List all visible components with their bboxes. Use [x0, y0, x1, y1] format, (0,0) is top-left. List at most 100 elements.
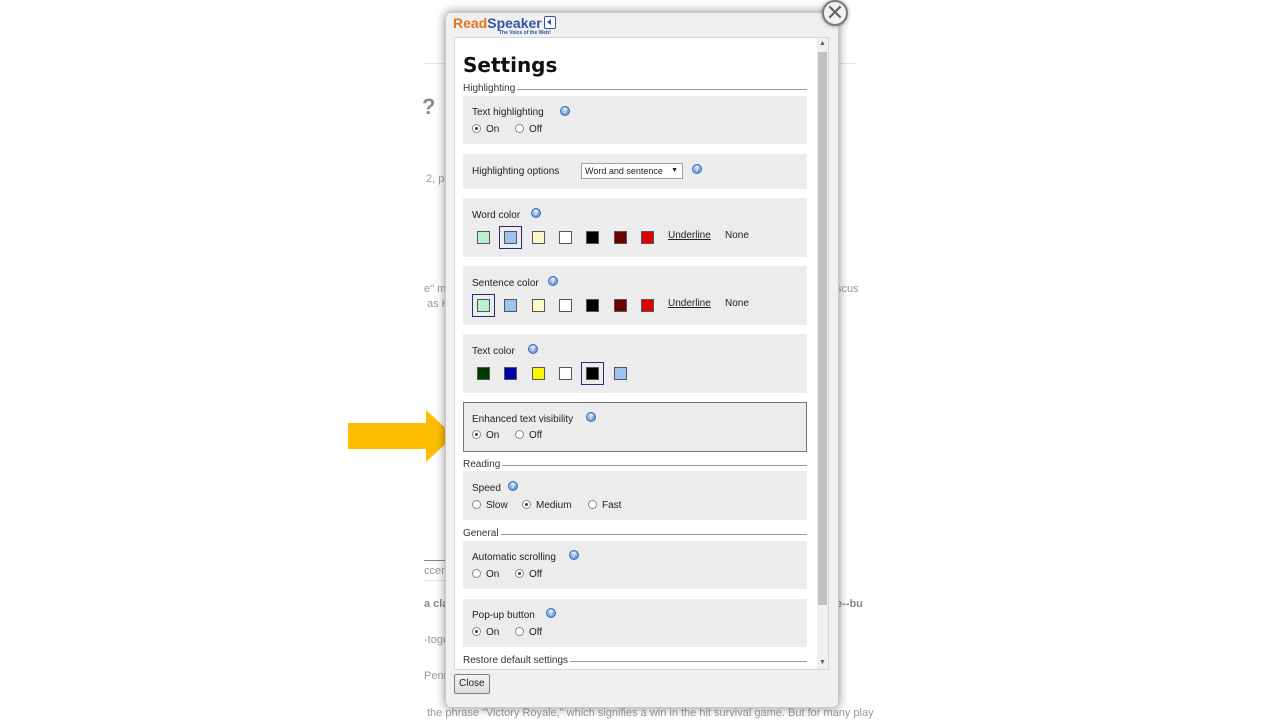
sentence-color-swatch[interactable]	[559, 299, 572, 312]
highlighting-options-select[interactable]: Word and sentence ▼	[581, 163, 683, 179]
text-color-swatch[interactable]	[504, 367, 517, 380]
settings-dialog: ReadSpeaker The Voice of the Web! Settin…	[445, 12, 839, 708]
text-color-swatch[interactable]	[477, 367, 490, 380]
enhanced-visibility-on-radio[interactable]	[472, 430, 481, 439]
word-color-label: Word color	[472, 210, 521, 221]
text-color-swatch[interactable]	[614, 367, 627, 380]
scroll-up-icon[interactable]: ▲	[817, 38, 828, 50]
popup-button-on-radio[interactable]	[472, 627, 481, 636]
text-highlighting-label: Text highlighting	[472, 107, 544, 118]
settings-scrollbar[interactable]: ▲ ▼	[817, 38, 828, 669]
sentence-color-swatch[interactable]	[504, 299, 517, 312]
radio-label: Off	[529, 124, 543, 135]
close-button[interactable]: Close	[454, 674, 490, 694]
restore-defaults-legend[interactable]: Restore default settings	[463, 655, 571, 666]
automatic-scrolling-on-radio[interactable]	[472, 569, 481, 578]
enhanced-visibility-off-radio[interactable]	[515, 430, 524, 439]
bg-text-fragment: e--bu	[836, 598, 863, 610]
select-value: Word and sentence	[585, 166, 663, 176]
radio-label: Slow	[486, 500, 508, 511]
readspeaker-logo: ReadSpeaker The Voice of the Web!	[453, 15, 556, 36]
sentence-color-group: Sentence color ? Underline None	[463, 266, 807, 325]
help-icon[interactable]: ?	[586, 412, 596, 422]
bg-text-fragment: ccen	[424, 565, 448, 577]
speaker-icon	[543, 16, 556, 29]
chevron-down-icon: ▼	[671, 167, 678, 174]
close-icon[interactable]: ✕	[822, 0, 848, 26]
pointer-arrow-icon	[348, 410, 454, 462]
speed-label: Speed	[472, 483, 501, 494]
word-color-swatch[interactable]	[477, 231, 490, 244]
radio-label: On	[486, 430, 500, 441]
popup-button-group: Pop-up button ? On Off	[463, 599, 807, 647]
radio-label: On	[486, 124, 500, 135]
speed-medium-radio[interactable]	[522, 500, 531, 509]
word-color-swatch[interactable]	[532, 231, 545, 244]
word-color-swatch[interactable]	[559, 231, 572, 244]
scrollbar-thumb[interactable]	[818, 52, 827, 605]
enhanced-visibility-group: Enhanced text visibility ? On Off	[463, 402, 807, 452]
section-highlighting-legend: Highlighting	[463, 83, 518, 94]
word-color-swatch[interactable]	[614, 231, 627, 244]
speed-slow-radio[interactable]	[472, 500, 481, 509]
sentence-color-swatch[interactable]	[586, 299, 599, 312]
word-color-swatch[interactable]	[504, 231, 517, 244]
text-color-swatch[interactable]	[559, 367, 572, 380]
sentence-color-swatch[interactable]	[641, 299, 654, 312]
enhanced-visibility-label: Enhanced text visibility	[472, 414, 574, 425]
help-icon[interactable]: ?	[569, 550, 579, 560]
logo-read-text: Read	[453, 15, 488, 31]
text-color-label: Text color	[472, 346, 515, 357]
scroll-down-icon[interactable]: ▼	[817, 657, 828, 669]
bg-divider	[424, 560, 446, 561]
settings-content: Settings Highlighting Text highlighting …	[455, 38, 817, 669]
section-general-legend: General	[463, 528, 501, 539]
popup-button-label: Pop-up button	[472, 610, 535, 621]
text-highlighting-on-radio[interactable]	[472, 124, 481, 133]
word-underline-option[interactable]: Underline	[668, 230, 711, 241]
sentence-none-option[interactable]: None	[725, 298, 749, 309]
word-color-swatch[interactable]	[586, 231, 599, 244]
text-highlighting-off-radio[interactable]	[515, 124, 524, 133]
radio-label: Off	[529, 569, 543, 580]
radio-label: Off	[529, 627, 543, 638]
help-icon[interactable]: ?	[508, 481, 518, 491]
help-icon[interactable]: ?	[531, 208, 541, 218]
help-icon[interactable]: ?	[560, 106, 570, 116]
help-icon[interactable]: ?	[546, 608, 556, 618]
page-title: Settings	[463, 53, 558, 77]
text-color-group: Text color ?	[463, 334, 807, 393]
section-divider	[463, 465, 807, 466]
sentence-color-label: Sentence color	[472, 278, 539, 289]
speed-group: Speed ? Slow Medium Fast	[463, 471, 807, 520]
help-icon[interactable]: ?	[548, 276, 558, 286]
logo-speaker-text: Speaker	[487, 15, 542, 31]
section-reading-legend: Reading	[463, 459, 503, 470]
word-none-option[interactable]: None	[725, 230, 749, 241]
automatic-scrolling-label: Automatic scrolling	[472, 552, 556, 563]
help-icon[interactable]: ?	[528, 344, 538, 354]
bg-divider	[424, 580, 446, 581]
help-icon[interactable]: ?	[692, 164, 702, 174]
bg-text-fragment: e" m	[424, 283, 447, 295]
section-divider	[463, 534, 807, 535]
automatic-scrolling-group: Automatic scrolling ? On Off	[463, 541, 807, 589]
popup-button-off-radio[interactable]	[515, 627, 524, 636]
text-color-swatch[interactable]	[586, 367, 599, 380]
text-color-swatch[interactable]	[532, 367, 545, 380]
speed-fast-radio[interactable]	[588, 500, 597, 509]
radio-label: On	[486, 627, 500, 638]
word-color-group: Word color ? Underline None	[463, 198, 807, 257]
text-highlighting-group: Text highlighting ? On Off	[463, 96, 807, 144]
settings-frame: Settings Highlighting Text highlighting …	[454, 37, 829, 670]
sentence-color-swatch[interactable]	[532, 299, 545, 312]
automatic-scrolling-off-radio[interactable]	[515, 569, 524, 578]
sentence-underline-option[interactable]: Underline	[668, 298, 711, 309]
radio-label: Medium	[536, 500, 572, 511]
bg-text-fragment: the phrase "Victory Royale," which signi…	[427, 707, 874, 719]
radio-label: On	[486, 569, 500, 580]
sentence-color-swatch[interactable]	[614, 299, 627, 312]
sentence-color-swatch[interactable]	[477, 299, 490, 312]
word-color-swatch[interactable]	[641, 231, 654, 244]
highlighting-options-label: Highlighting options	[472, 166, 560, 177]
